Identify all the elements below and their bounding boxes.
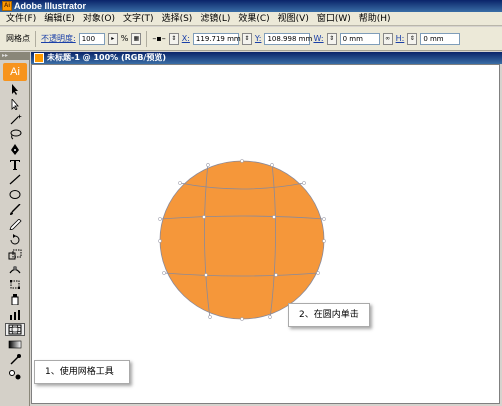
magic-wand-icon bbox=[10, 114, 22, 125]
hollow-arrow-icon bbox=[11, 99, 19, 110]
anchor-point-icon: –▪– bbox=[152, 34, 166, 43]
x-input[interactable]: 119.719 mm bbox=[192, 32, 241, 45]
ellipse-tool[interactable] bbox=[5, 188, 25, 201]
line-tool[interactable] bbox=[5, 173, 25, 186]
rotate-icon bbox=[10, 234, 20, 245]
document-icon bbox=[34, 53, 44, 63]
app-titlebar: Ai Adobe Illustrator bbox=[0, 0, 502, 12]
rotate-tool[interactable] bbox=[5, 233, 25, 246]
document-title: 未标题-1 @ 100% (RGB/预览) bbox=[47, 53, 167, 62]
ai-logo: Ai bbox=[3, 63, 27, 81]
mesh-circle-object[interactable] bbox=[152, 155, 332, 325]
scale-icon bbox=[8, 249, 22, 260]
mesh-tool[interactable] bbox=[5, 323, 25, 336]
menu-window[interactable]: 窗口(W) bbox=[313, 12, 355, 26]
w-input[interactable]: 0 mm bbox=[339, 32, 380, 45]
separator bbox=[146, 30, 148, 47]
ellipse-icon bbox=[9, 190, 21, 199]
opacity-unit: % bbox=[120, 34, 129, 43]
menu-type[interactable]: 文字(T) bbox=[119, 12, 158, 26]
tools-panel: ▸▸ Ai bbox=[0, 52, 30, 406]
warp-tool[interactable] bbox=[5, 263, 25, 276]
y-stepper-button[interactable]: ⇕ bbox=[241, 32, 252, 45]
bar-graph-icon bbox=[10, 310, 20, 320]
x-stepper-button[interactable]: ⇕ bbox=[168, 32, 179, 45]
h-input[interactable]: 0 mm bbox=[420, 32, 461, 45]
paintbrush-icon bbox=[10, 204, 21, 215]
lasso-icon bbox=[10, 129, 22, 140]
menu-select[interactable]: 选择(S) bbox=[158, 12, 197, 26]
lasso-tool[interactable] bbox=[5, 128, 25, 141]
x-label: X: bbox=[181, 34, 190, 43]
menu-edit[interactable]: 编辑(E) bbox=[40, 12, 79, 26]
menu-filter[interactable]: 滤镜(L) bbox=[196, 12, 234, 26]
document-titlebar: 未标题-1 @ 100% (RGB/预览) bbox=[31, 52, 502, 64]
step2-callout: 2、在圆内单击 bbox=[288, 303, 370, 327]
free-transform-icon bbox=[10, 280, 20, 289]
type-tool[interactable] bbox=[5, 158, 25, 171]
reference-point-icon[interactable]: ▦ bbox=[131, 32, 142, 45]
column-graph-tool[interactable] bbox=[5, 308, 25, 321]
eyedropper-icon bbox=[10, 354, 21, 365]
eyedropper-tool[interactable] bbox=[5, 353, 25, 366]
gradient-tool[interactable] bbox=[5, 338, 25, 351]
panel-grip[interactable]: ▸▸ bbox=[0, 52, 29, 60]
h-label: H: bbox=[395, 34, 405, 43]
w-label: W: bbox=[313, 34, 324, 43]
pencil-icon bbox=[9, 219, 22, 230]
scale-tool[interactable] bbox=[5, 248, 25, 261]
separator bbox=[35, 30, 36, 47]
symbol-sprayer-icon bbox=[11, 294, 19, 305]
app-title: Adobe Illustrator bbox=[14, 1, 87, 11]
menu-view[interactable]: 视图(V) bbox=[274, 12, 313, 26]
gradient-icon bbox=[8, 340, 22, 349]
arrow-icon bbox=[12, 84, 18, 95]
free-transform-tool[interactable] bbox=[5, 278, 25, 291]
symbol-sprayer-tool[interactable] bbox=[5, 293, 25, 306]
paintbrush-tool[interactable] bbox=[5, 203, 25, 216]
pen-icon bbox=[11, 144, 19, 155]
pen-tool[interactable] bbox=[5, 143, 25, 156]
magic-wand-tool[interactable] bbox=[5, 113, 25, 126]
opacity-input[interactable]: 100 bbox=[78, 32, 105, 45]
opacity-dropdown-button[interactable]: ▸ bbox=[107, 32, 118, 45]
pencil-tool[interactable] bbox=[5, 218, 25, 231]
mesh-grid-icon bbox=[8, 324, 22, 335]
y-input[interactable]: 108.998 mm bbox=[264, 32, 312, 45]
menu-bar: 文件(F) 编辑(E) 对象(O) 文字(T) 选择(S) 滤镜(L) 效果(C… bbox=[0, 12, 502, 26]
blend-icon bbox=[9, 370, 21, 380]
opacity-link[interactable]: 不透明度: bbox=[41, 33, 76, 44]
blend-tool[interactable] bbox=[5, 368, 25, 381]
menu-file[interactable]: 文件(F) bbox=[2, 12, 40, 26]
selection-tool[interactable] bbox=[5, 83, 25, 96]
menu-effect[interactable]: 效果(C) bbox=[234, 12, 273, 26]
direct-selection-tool[interactable] bbox=[5, 98, 25, 111]
ai-app-icon: Ai bbox=[2, 1, 12, 11]
artboard-canvas[interactable]: 2、在圆内单击 1、使用网格工具 bbox=[31, 64, 500, 404]
control-bar: 网格点 不透明度: 100 ▸ % ▦ –▪– ⇕ X: 119.719 mm … bbox=[0, 27, 502, 51]
step1-callout: 1、使用网格工具 bbox=[34, 360, 130, 384]
menu-help[interactable]: 帮助(H) bbox=[355, 12, 395, 26]
line-segment-icon bbox=[9, 174, 21, 185]
tool-name-label: 网格点 bbox=[6, 34, 30, 43]
menu-object[interactable]: 对象(O) bbox=[79, 12, 119, 26]
warp-icon bbox=[9, 266, 21, 274]
w-stepper-button[interactable]: ⇕ bbox=[326, 32, 337, 45]
y-label: Y: bbox=[254, 34, 262, 43]
h-stepper-button[interactable]: ⇕ bbox=[407, 32, 418, 45]
type-icon bbox=[10, 160, 20, 170]
constrain-link-icon[interactable]: ∞ bbox=[382, 32, 393, 45]
